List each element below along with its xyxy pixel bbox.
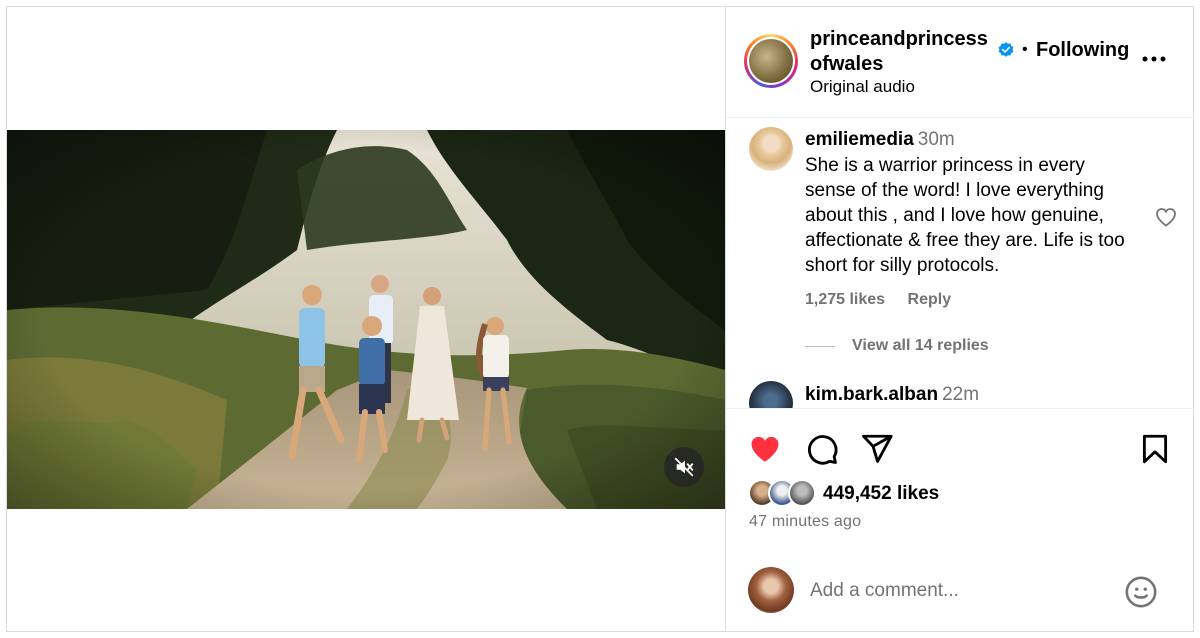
like-count[interactable]: 449,452 likes [823, 483, 939, 505]
comment-avatar[interactable] [749, 381, 793, 408]
post-dialog: princeandprincess ofwales • Following Or… [6, 6, 1194, 632]
bookmark-icon[interactable] [1138, 432, 1172, 466]
avatar-image [749, 39, 793, 83]
author-avatar[interactable] [744, 34, 798, 88]
post-header: princeandprincess ofwales • Following Or… [726, 7, 1194, 118]
media-area [7, 7, 725, 631]
audio-link[interactable]: Original audio [810, 77, 915, 97]
more-dots-graphic [1142, 56, 1166, 62]
comment-likes[interactable]: 1,275 likes [805, 291, 885, 308]
username-line-1[interactable]: princeandprincess [810, 27, 990, 52]
comment-meta: 1,275 likes Reply [805, 291, 969, 309]
emoji-icon[interactable] [1124, 575, 1158, 609]
separator-dot: • [1022, 41, 1028, 58]
following-button[interactable]: Following [1036, 39, 1129, 62]
username-line-2[interactable]: ofwales [810, 52, 990, 77]
video-frame [7, 130, 725, 509]
comment-username[interactable]: emiliemedia 30m [805, 129, 955, 151]
post-side-panel: princeandprincess ofwales • Following Or… [725, 7, 1194, 631]
comment-input[interactable] [810, 575, 1110, 607]
liker-avatars[interactable] [748, 479, 820, 509]
comment-text: She is a warrior princess in every sense… [805, 155, 1125, 276]
verified-badge-icon [998, 42, 1014, 57]
speaker-muted-icon [674, 457, 694, 477]
paper-plane-icon[interactable] [860, 432, 894, 466]
view-replies-label[interactable]: View all 14 replies [852, 337, 989, 355]
mute-toggle-button[interactable] [664, 447, 704, 487]
comment-like-heart-icon[interactable] [1154, 205, 1178, 229]
post-timestamp[interactable]: 47 minutes ago [749, 513, 861, 531]
replies-divider [805, 345, 835, 347]
more-options-icon[interactable] [1140, 49, 1168, 69]
avatar-border [747, 37, 795, 85]
post-video[interactable] [7, 130, 725, 509]
comment-time: 30m [917, 129, 955, 150]
liker-avatar [788, 479, 816, 507]
current-user-avatar [748, 567, 794, 613]
action-bar: 449,452 likes 47 minutes ago [726, 417, 1194, 537]
heart-filled-icon[interactable] [748, 432, 782, 466]
comment-time: 22m [942, 384, 980, 405]
comment-icon[interactable] [805, 432, 839, 466]
reply-button[interactable]: Reply [908, 291, 952, 308]
comments-list: emiliemedia 30m She is a warrior princess… [726, 119, 1194, 409]
add-comment-bar [726, 537, 1194, 631]
view-replies-button[interactable]: View all 14 replies [805, 337, 989, 355]
comment-username-text[interactable]: emiliemedia [805, 129, 914, 150]
comment-username-text[interactable]: kim.bark.alban [805, 384, 938, 405]
author-username[interactable]: princeandprincess ofwales [810, 27, 990, 77]
comment-username[interactable]: kim.bark.alban 22m [805, 384, 979, 406]
comment-avatar[interactable] [749, 127, 793, 171]
